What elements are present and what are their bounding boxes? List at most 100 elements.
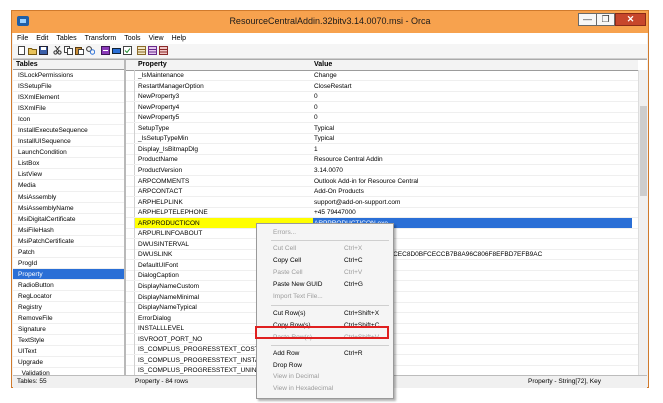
property-cell[interactable]: ErrorDialog [138, 313, 171, 324]
value-cell[interactable]: Resource Central Addin [314, 154, 383, 165]
row-handle[interactable] [126, 281, 135, 291]
property-cell[interactable]: SetupType [138, 123, 169, 134]
grid-row[interactable]: ARPCONTACT Add-On Products [126, 186, 638, 198]
table-item[interactable]: LaunchCondition [13, 147, 124, 159]
row-add-icon[interactable] [159, 46, 168, 55]
close-button[interactable]: ✕ [615, 13, 646, 26]
grid-row[interactable]: ProductName Resource Central Addin [126, 154, 638, 166]
table-item[interactable]: RemoveFile [13, 313, 124, 325]
vertical-scrollbar[interactable] [638, 70, 648, 376]
column-header-value[interactable]: Value [314, 60, 332, 70]
property-cell[interactable]: ISVROOT_PORT_NO [138, 334, 202, 345]
grid-row[interactable]: ARPCOMMENTS Outlook Add-in for Resource C… [126, 175, 638, 187]
property-cell[interactable]: IS_COMPLUS_PROGRESSTEXT_INSTALL [138, 355, 266, 366]
row-handle[interactable] [126, 154, 135, 165]
table-item[interactable]: ISXmlElement [13, 92, 124, 104]
row-handle[interactable] [126, 91, 135, 102]
property-cell[interactable]: DWUSINTERVAL [138, 239, 189, 250]
property-cell[interactable]: RestartManagerOption [138, 81, 204, 92]
validate-icon[interactable] [123, 46, 132, 55]
table-item[interactable]: InstallExecuteSequence [13, 125, 124, 137]
open-icon[interactable] [28, 46, 37, 55]
row-handle[interactable] [126, 112, 135, 123]
menu-item-copy-cell[interactable]: Copy Cell Ctrl+C [257, 255, 393, 266]
row-handle[interactable] [126, 175, 135, 186]
table-item[interactable]: Signature [13, 324, 124, 336]
tables-header[interactable]: Tables [13, 60, 124, 70]
property-cell[interactable]: NewProperty5 [138, 112, 179, 123]
cut-icon[interactable] [53, 46, 62, 55]
value-cell[interactable]: Change [314, 70, 337, 81]
row-handle[interactable] [126, 207, 135, 218]
table-item[interactable]: UIText [13, 346, 124, 358]
row-handle[interactable] [126, 238, 135, 249]
row-handle[interactable] [126, 312, 135, 323]
table-item[interactable]: Upgrade [13, 357, 124, 369]
property-cell[interactable]: DialogCaption [138, 270, 179, 281]
table-item[interactable]: MsiAssemblyName [13, 203, 124, 214]
row-handle[interactable] [126, 164, 135, 175]
property-cell[interactable]: _IsMaintenance [138, 70, 184, 81]
menu-item-view-decimal[interactable]: View in Decimal [257, 371, 393, 382]
table-item[interactable]: Icon [13, 114, 124, 126]
table-item[interactable]: ISSetupFile [13, 81, 124, 93]
row-handle[interactable] [126, 133, 135, 144]
value-cell[interactable]: 0 [314, 102, 318, 113]
row-handle[interactable] [126, 323, 135, 334]
property-cell[interactable]: ARPCONTACT [138, 186, 182, 197]
table-drop-icon[interactable] [148, 46, 157, 55]
row-handle[interactable] [126, 291, 135, 302]
menu-help[interactable]: Help [168, 33, 190, 44]
copy-icon[interactable] [64, 46, 73, 55]
property-cell[interactable]: ARPCOMMENTS [138, 176, 189, 187]
row-handle[interactable] [126, 217, 135, 228]
row-handle[interactable] [126, 333, 135, 344]
menu-item-cut-rows[interactable]: Cut Row(s) Ctrl+Shift+X [257, 308, 393, 319]
value-cell[interactable]: +45 79447000 [314, 207, 356, 218]
row-handle[interactable] [126, 196, 135, 207]
menu-item-errors[interactable]: Errors... [257, 227, 393, 238]
property-cell[interactable]: ProductVersion [138, 165, 182, 176]
property-cell[interactable]: ARPURLINFOABOUT [138, 228, 202, 239]
property-cell[interactable]: DisplayNameMinimal [138, 292, 199, 303]
table-item[interactable]: ProgId [13, 258, 124, 269]
property-cell[interactable]: ARPHELPTELEPHONE [138, 207, 208, 218]
property-cell[interactable]: _IsSetupTypeMin [138, 133, 188, 144]
table-item[interactable]: ListView [13, 169, 124, 181]
menu-item-view-hex[interactable]: View in Hexadecimal [257, 383, 393, 394]
save-icon[interactable] [39, 46, 48, 55]
table-item[interactable]: MsiDigitalCertificate [13, 214, 124, 225]
column-header-property[interactable]: Property [138, 60, 167, 70]
value-cell[interactable]: Typical [314, 123, 334, 134]
property-cell[interactable]: DefaultUIFont [138, 260, 178, 271]
grid-row[interactable]: _IsSetupTypeMin Typical [126, 133, 638, 145]
table-item[interactable]: MsiFileHash [13, 225, 124, 236]
value-cell[interactable]: Outlook Add-in for Resource Central [314, 176, 418, 187]
grid-row[interactable]: NewProperty3 0 [126, 91, 638, 103]
row-handle[interactable] [126, 259, 135, 270]
menu-item-import-text[interactable]: Import Text File... [257, 291, 393, 302]
find-icon[interactable] [86, 46, 95, 55]
property-cell[interactable]: ProductName [138, 154, 178, 165]
row-handle[interactable] [126, 249, 135, 260]
menu-tools[interactable]: Tools [120, 33, 144, 44]
tables-pane[interactable]: Tables ISLockPermissions ISSetupFile ISXml… [13, 60, 126, 376]
property-cell[interactable]: NewProperty4 [138, 102, 179, 113]
row-handle[interactable] [126, 80, 135, 91]
value-cell[interactable]: Add-On Products [314, 186, 364, 197]
table-item[interactable]: ISXmlFile [13, 103, 124, 115]
grid-row[interactable]: NewProperty5 0 [126, 112, 638, 124]
row-handle[interactable] [126, 270, 135, 281]
row-handle[interactable] [126, 143, 135, 154]
menu-transform[interactable]: Transform [81, 33, 121, 44]
property-cell[interactable]: DWUSLINK [138, 249, 172, 260]
transform-icon[interactable] [101, 46, 110, 55]
value-cell[interactable]: support@add-on-support.com [314, 197, 400, 208]
value-cell[interactable]: CloseRestart [314, 81, 352, 92]
property-cell[interactable]: IS_COMPLUS_PROGRESSTEXT_COST [138, 344, 259, 355]
value-cell[interactable]: 0 [314, 91, 318, 102]
merge-icon[interactable] [112, 46, 121, 55]
property-cell[interactable]: ARPPRODUCTICON [138, 218, 200, 229]
table-item[interactable]: Patch [13, 247, 124, 258]
menu-item-cut-cell[interactable]: Cut Cell Ctrl+X [257, 243, 393, 254]
